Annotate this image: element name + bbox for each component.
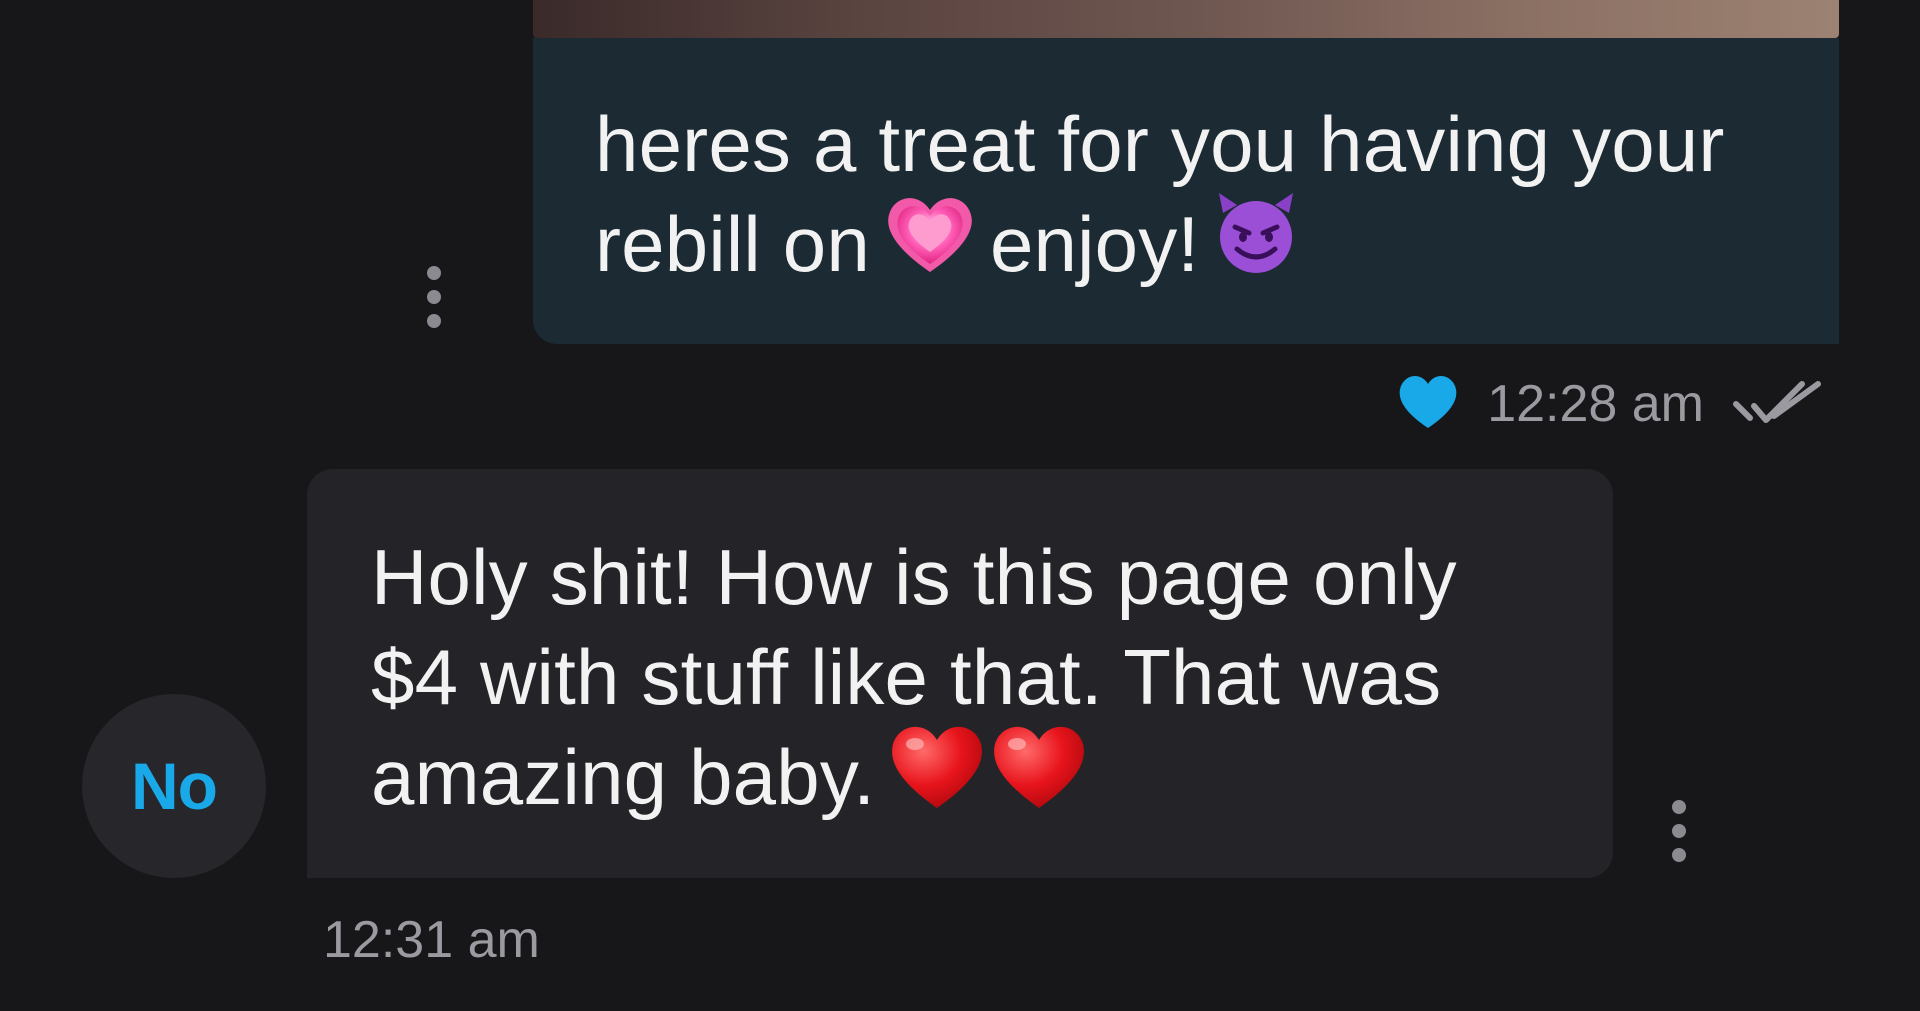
outgoing-timestamp: 12:28 am bbox=[1487, 375, 1704, 433]
outgoing-line-2b: enjoy! bbox=[989, 200, 1200, 288]
outgoing-line-1: heres a treat for you having your bbox=[595, 100, 1725, 188]
smiling-devil-icon bbox=[1213, 191, 1299, 298]
incoming-message-options-icon[interactable] bbox=[1671, 800, 1687, 862]
avatar-initials: No bbox=[131, 749, 218, 823]
message-media-preview[interactable] bbox=[533, 0, 1839, 38]
red-heart-icon bbox=[991, 722, 1087, 833]
chat-screen: heres a treat for you having your rebill… bbox=[0, 0, 1920, 1011]
incoming-timestamp: 12:31 am bbox=[323, 911, 540, 969]
double-check-icon bbox=[1732, 376, 1824, 433]
outgoing-message-options-icon[interactable] bbox=[426, 266, 442, 328]
outgoing-message-bubble[interactable]: heres a treat for you having your rebill… bbox=[533, 38, 1839, 344]
outgoing-message-text: heres a treat for you having your rebill… bbox=[595, 94, 1779, 304]
growing-heart-icon bbox=[884, 192, 976, 297]
incoming-line-1: Holy shit! How is this page only bbox=[371, 533, 1457, 621]
outgoing-line-2: rebill on enjoy! bbox=[595, 191, 1779, 304]
incoming-line-3-text: amazing baby. bbox=[371, 733, 876, 821]
incoming-line-3: amazing baby. bbox=[371, 726, 1573, 839]
red-heart-icon bbox=[889, 722, 985, 833]
incoming-line-2: $4 with stuff like that. That was bbox=[371, 633, 1442, 721]
incoming-message-bubble[interactable]: Holy shit! How is this page only $4 with… bbox=[307, 469, 1613, 878]
incoming-message-text: Holy shit! How is this page only $4 with… bbox=[371, 527, 1573, 839]
sender-avatar[interactable]: No bbox=[82, 694, 266, 878]
like-heart-icon[interactable] bbox=[1397, 374, 1459, 435]
outgoing-message-meta: 12:28 am bbox=[1397, 374, 1824, 434]
outgoing-line-2a: rebill on bbox=[595, 200, 870, 288]
